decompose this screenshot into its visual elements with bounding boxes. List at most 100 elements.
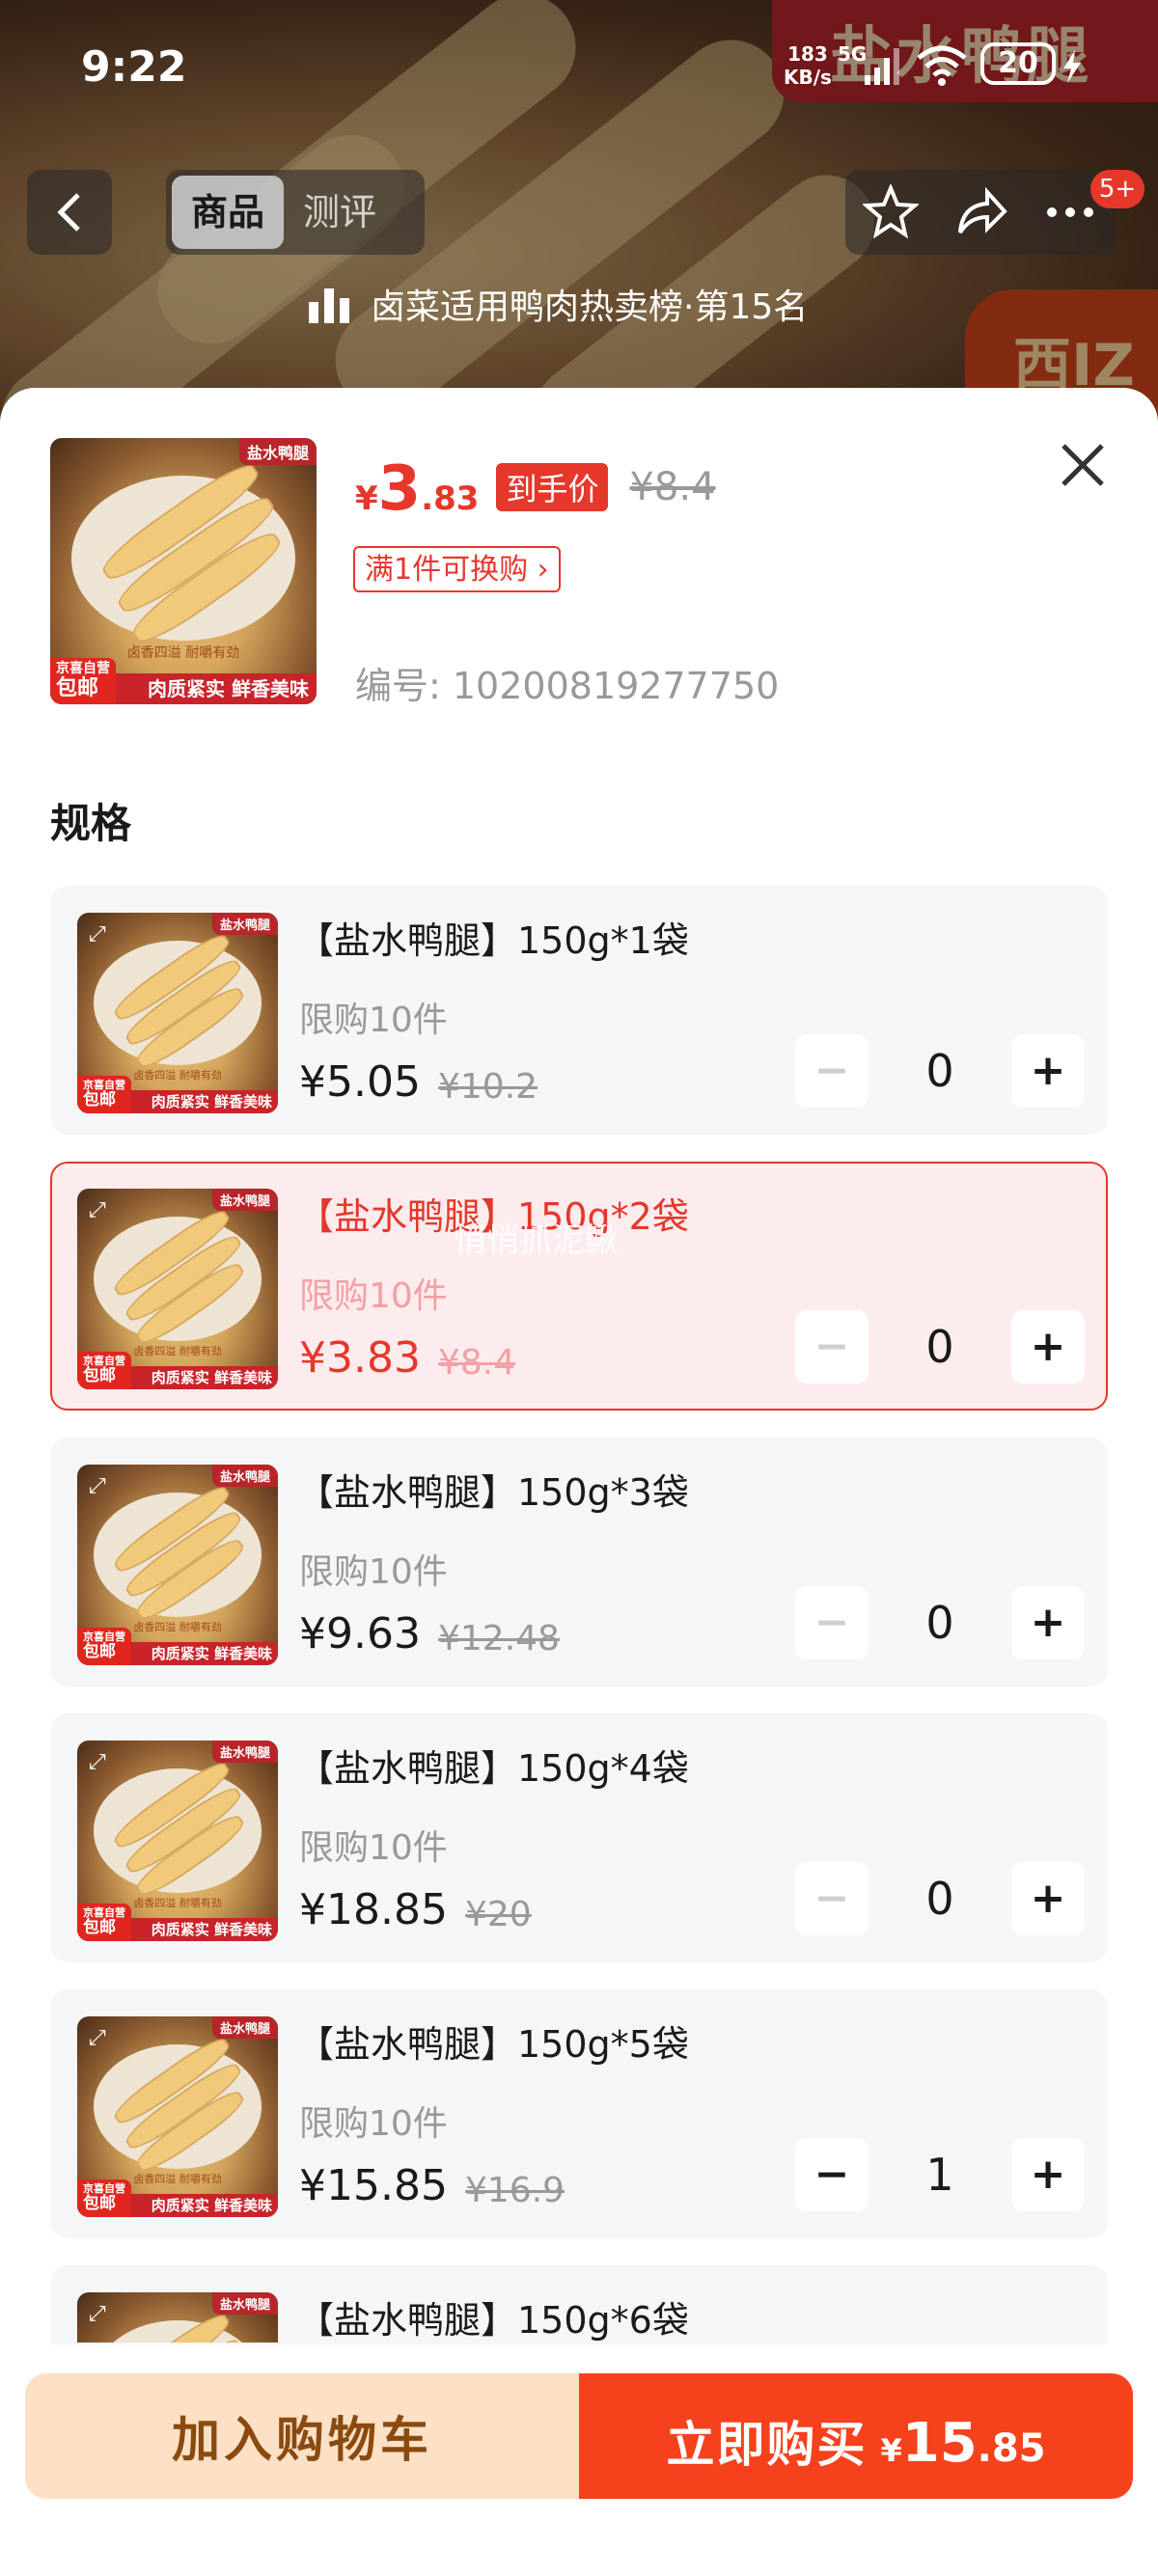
sku-price: ¥5.05 [299, 1057, 421, 1107]
network-type: 5G [838, 42, 868, 66]
expand-icon[interactable]: ⤢ [89, 2302, 106, 2326]
expand-icon[interactable]: ⤢ [89, 2026, 106, 2050]
decrease-button[interactable]: − [795, 1862, 868, 1935]
sku-thumbnail[interactable]: 盐水鸭腿⤢卤香四溢 耐嚼有劲肉质紧实 鲜香美味京喜自营包邮 [77, 1189, 278, 1389]
thumb-tag: 盐水鸭腿 [211, 1189, 278, 1211]
star-icon[interactable] [862, 184, 919, 240]
sku-name: 【盐水鸭腿】150g*1袋 [297, 919, 689, 962]
sku-card[interactable]: 盐水鸭腿⤢卤香四溢 耐嚼有劲肉质紧实 鲜香美味京喜自营包邮【盐水鸭腿】150g*… [50, 1438, 1108, 1686]
quantity-value[interactable]: 0 [868, 1862, 1011, 1935]
sku-card[interactable]: 盐水鸭腿⤢卤香四溢 耐嚼有劲肉质紧实 鲜香美味京喜自营包邮【盐水鸭腿】150g*… [50, 1162, 1108, 1411]
signal-icon [865, 48, 899, 85]
sku-card[interactable]: 盐水鸭腿⤢卤香四溢 耐嚼有劲肉质紧实 鲜香美味京喜自营包邮【盐水鸭腿】150g*… [50, 1989, 1108, 2238]
sku-original-price: ¥10.2 [438, 1067, 538, 1107]
increase-button[interactable]: + [1011, 1034, 1085, 1108]
chevron-left-icon [57, 193, 80, 232]
sku-card[interactable]: 盐水鸭腿⤢卤香四溢 耐嚼有劲肉质紧实 鲜香美味京喜自营包邮【盐水鸭腿】150g*… [50, 1713, 1108, 1962]
sku-name: 【盐水鸭腿】150g*5袋 [297, 2023, 689, 2066]
status-bar: 9:22 183 KB/s 5G 20 [0, 0, 1158, 135]
product-thumbnail[interactable]: 盐水鸭腿 卤香四溢 耐嚼有劲 肉质紧实 鲜香美味 京喜自营 包邮 [50, 438, 317, 704]
sku-limit: 限购10件 [299, 1552, 448, 1592]
increase-button[interactable]: + [1011, 1310, 1085, 1384]
thumb-jd-badge: 京喜自营 包邮 [77, 1352, 131, 1389]
decrease-button[interactable]: − [795, 2138, 868, 2211]
sku-limit: 限购10件 [299, 1276, 448, 1316]
charging-icon [1063, 50, 1081, 83]
thumb-jd-badge: 京喜自营 包邮 [77, 2179, 131, 2217]
share-icon[interactable] [952, 184, 1008, 240]
quantity-stepper: −0 + [795, 1034, 1085, 1108]
quantity-value[interactable]: 0 [868, 1310, 1011, 1384]
quantity-stepper: −0 + [795, 1586, 1085, 1659]
sku-limit: 限购10件 [299, 1828, 448, 1868]
chevron-right-icon: › [537, 553, 549, 587]
wifi-icon [917, 45, 967, 86]
increase-button[interactable]: + [1011, 1862, 1085, 1935]
tab-product[interactable]: 商品 [172, 176, 285, 249]
sku-original-price: ¥16.9 [465, 2171, 565, 2210]
sku-name: 【盐水鸭腿】150g*6袋 [297, 2299, 689, 2342]
thumb-tag: 盐水鸭腿 [211, 2292, 278, 2315]
sku-thumbnail[interactable]: 盐水鸭腿⤢卤香四溢 耐嚼有劲肉质紧实 鲜香美味京喜自营包邮 [77, 913, 278, 1113]
action-group [845, 170, 1116, 255]
sku-name: 【盐水鸭腿】150g*2袋 [297, 1195, 689, 1238]
original-price: ¥8.4 [629, 465, 716, 509]
decrease-button[interactable]: − [795, 1034, 868, 1108]
quantity-stepper: −0 + [795, 1862, 1085, 1935]
thumb-jd-badge: 京喜自营 包邮 [77, 1904, 131, 1941]
message-badge: 5+ [1090, 170, 1144, 208]
quantity-value[interactable]: 1 [868, 2138, 1011, 2211]
thumb-tag: 盐水鸭腿 [211, 1465, 278, 1487]
decrease-button[interactable]: − [795, 1310, 868, 1384]
add-to-cart-button[interactable]: 加入购物车 [25, 2373, 579, 2499]
sku-original-price: ¥12.48 [438, 1619, 560, 1658]
close-icon[interactable] [1056, 438, 1110, 492]
expand-icon[interactable]: ⤢ [89, 922, 106, 946]
sku-thumbnail[interactable]: 盐水鸭腿⤢卤香四溢 耐嚼有劲肉质紧实 鲜香美味京喜自营包邮 [77, 2016, 278, 2217]
sku-card[interactable]: 盐水鸭腿⤢卤香四溢 耐嚼有劲肉质紧实 鲜香美味京喜自营包邮【盐水鸭腿】150g*… [50, 2265, 1108, 2344]
expand-icon[interactable]: ⤢ [89, 1750, 106, 1774]
expand-icon[interactable]: ⤢ [89, 1198, 106, 1222]
sku-card[interactable]: 盐水鸭腿⤢卤香四溢 耐嚼有劲肉质紧实 鲜香美味京喜自营包邮【盐水鸭腿】150g*… [50, 886, 1108, 1135]
sku-price: ¥9.63 [299, 1609, 421, 1658]
sku-limit: 限购10件 [299, 2104, 448, 2144]
expand-icon[interactable]: ⤢ [89, 1474, 106, 1498]
increase-button[interactable]: + [1011, 2138, 1085, 2211]
thumb-jd-badge: 京喜自营 包邮 [77, 1076, 131, 1113]
bar-chart-icon [309, 288, 349, 323]
thumb-tag: 盐水鸭腿 [211, 1740, 278, 1763]
spec-title: 规格 [50, 800, 132, 847]
promo-link[interactable]: 满1件可换购 › [353, 546, 561, 592]
sku-name: 【盐水鸭腿】150g*4袋 [297, 1747, 689, 1790]
rank-banner[interactable]: 卤菜适用鸭肉热卖榜·第15名 [307, 278, 808, 330]
sku-original-price: ¥20 [465, 1895, 532, 1934]
battery-indicator: 20 [980, 42, 1056, 85]
sku-price: ¥3.83 [299, 1333, 421, 1383]
quantity-stepper: −1 + [795, 2138, 1085, 2211]
sku-name: 【盐水鸭腿】150g*3袋 [297, 1471, 689, 1514]
thumb-jd-badge: 京喜自营 包邮 [77, 1628, 131, 1665]
final-price-tag: 到手价 [496, 463, 609, 511]
thumb-jd-badge: 京喜自营 包邮 [50, 658, 116, 704]
tab-review[interactable]: 测评 [284, 176, 396, 249]
thumb-tag: 盐水鸭腿 [211, 913, 278, 935]
sku-price: ¥15.85 [299, 2161, 448, 2210]
clock: 9:22 [81, 42, 187, 92]
back-button[interactable] [27, 170, 112, 255]
increase-button[interactable]: + [1011, 1586, 1085, 1659]
quantity-value[interactable]: 0 [868, 1034, 1011, 1108]
bottom-action-bar: 加入购物车 立即购买 ¥ 15 .85 [0, 2344, 1158, 2576]
thumb-tag: 盐水鸭腿 [238, 438, 317, 465]
sku-number: 编号: 10200819277750 [355, 665, 780, 707]
quantity-value[interactable]: 0 [868, 1586, 1011, 1659]
sku-thumbnail[interactable]: 盐水鸭腿⤢卤香四溢 耐嚼有劲肉质紧实 鲜香美味京喜自营包邮 [77, 1740, 278, 1941]
sku-thumbnail[interactable]: 盐水鸭腿⤢卤香四溢 耐嚼有劲肉质紧实 鲜香美味京喜自营包邮 [77, 2292, 278, 2343]
sku-original-price: ¥8.4 [438, 1343, 516, 1383]
rank-text: 卤菜适用鸭肉热卖榜·第15名 [371, 288, 809, 327]
sku-thumbnail[interactable]: 盐水鸭腿⤢卤香四溢 耐嚼有劲肉质紧实 鲜香美味京喜自营包邮 [77, 1465, 278, 1665]
sku-limit: 限购10件 [299, 1000, 448, 1040]
sku-price: ¥18.85 [299, 1885, 448, 1934]
decrease-button[interactable]: − [795, 1586, 868, 1659]
price-display: ¥ 3 .83 到手价 ¥8.4 [355, 453, 716, 525]
buy-now-button[interactable]: 立即购买 ¥ 15 .85 [579, 2373, 1133, 2499]
